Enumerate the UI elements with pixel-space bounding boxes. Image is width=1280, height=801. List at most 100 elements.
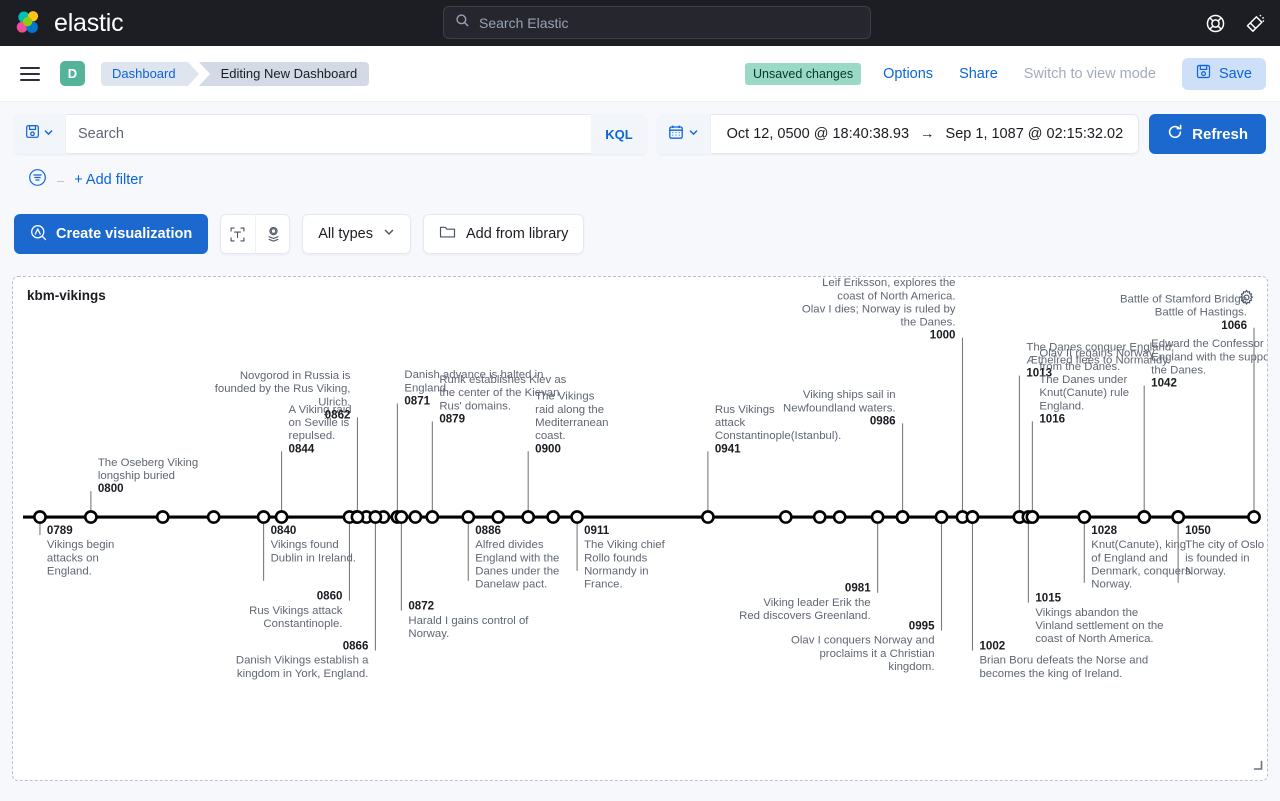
- timeline-event-date: 0866: [343, 641, 369, 653]
- create-visualization-button[interactable]: Create visualization: [14, 214, 209, 254]
- timeline-event-text: repulsed.: [289, 430, 336, 442]
- timeline-event-text: is founded in: [1185, 552, 1249, 564]
- timeline-event: 0872 Harald I gains control ofNorway.: [408, 601, 529, 640]
- timeline-event-text: Normandy in: [584, 565, 648, 577]
- timeline-event-text: The city of Oslo: [1185, 539, 1264, 551]
- timeline-event: 1066Battle of Hastings.Battle of Stamfor…: [1120, 294, 1247, 332]
- megaphone-icon[interactable]: [1244, 13, 1266, 34]
- timeline-event-text: coast of North America.: [1035, 633, 1153, 645]
- saved-query-button[interactable]: [14, 114, 66, 154]
- timeline-event: 1050 The city of Oslois founded inNorway.: [1185, 525, 1264, 577]
- timeline-event-text: attacks on: [47, 552, 99, 564]
- timeline-event-text: Ulrich.: [318, 396, 350, 408]
- timeline-event-text: Leif Eriksson, explores the: [822, 277, 955, 289]
- timeline-event-text: founded by the Rus Viking,: [215, 383, 351, 395]
- timeline-event: 0789 Vikings beginattacks onEngland.: [47, 525, 114, 577]
- timeline-event: 1016England.Knut(Canute) ruleThe Danes u…: [1039, 348, 1154, 426]
- global-search-input[interactable]: Search Elastic: [443, 6, 871, 39]
- timeline-event: 0900coast.Mediterraneanraid along theThe…: [535, 391, 608, 456]
- timeline-event: 1042 the Danes.England with the support o…: [1151, 338, 1267, 389]
- options-button[interactable]: Options: [883, 66, 933, 82]
- timeline-event-text: becomes the king of Ireland.: [979, 668, 1122, 680]
- timeline-event-text: Constantinople(Istanbul).: [715, 430, 841, 442]
- timeline-event-text: Brian Boru defeats the Norse and: [979, 655, 1148, 667]
- dashboard-panel: kbm-vikings 0789 Vikings begin attacks on E…: [12, 276, 1268, 781]
- timeline-event-date: 1042: [1151, 378, 1177, 390]
- search-bar: KQL: [14, 114, 647, 154]
- refresh-button[interactable]: Refresh: [1149, 114, 1266, 154]
- all-types-label: All types: [318, 226, 373, 242]
- resize-handle-icon[interactable]: [1250, 758, 1264, 777]
- timeline-event-text: Norway.: [408, 628, 449, 640]
- date-start[interactable]: Oct 12, 0500 @ 18:40:38.93: [727, 126, 909, 142]
- help-lifebuoy-icon[interactable]: [1205, 13, 1226, 34]
- timeline-event-text: the Danes.: [900, 317, 955, 329]
- timeline-event-text: Alfred divides: [475, 539, 544, 551]
- timeline-event-date: 1000: [930, 330, 956, 342]
- add-from-library-label: Add from library: [466, 226, 569, 242]
- share-button[interactable]: Share: [959, 66, 998, 82]
- timeline-event-text: France.: [584, 579, 623, 591]
- add-from-library-button[interactable]: Add from library: [423, 214, 585, 254]
- timeline-event-text: England with the support of: [1151, 351, 1267, 363]
- breadcrumb-item-dashboard[interactable]: Dashboard: [101, 61, 199, 86]
- timeline-event-date: 1028: [1091, 525, 1117, 537]
- timeline-event-text: Novgorod in Russia is: [240, 370, 351, 382]
- global-search-placeholder: Search Elastic: [479, 14, 569, 31]
- date-end[interactable]: Sep 1, 1087 @ 02:15:32.02: [946, 126, 1124, 142]
- timeline-event-text: England.: [1039, 400, 1084, 412]
- timeline-event-date: 0789: [47, 525, 73, 537]
- timeline-event: 1028 Knut(Canute), kingof England andDenm…: [1091, 525, 1191, 591]
- chevron-down-icon: [43, 125, 54, 143]
- maps-icon[interactable]: [255, 214, 290, 254]
- timeline-event-text: from the Danes.: [1039, 361, 1120, 373]
- add-filter-button[interactable]: + Add filter: [74, 172, 143, 188]
- timeline-event-date: 0860: [317, 591, 343, 603]
- timeline-event: 0886 Alfred dividesEngland with theDanes …: [475, 525, 559, 591]
- text-box-icon[interactable]: [220, 214, 255, 254]
- switch-to-view-mode-button[interactable]: Switch to view mode: [1024, 66, 1156, 82]
- timeline-event-text: Danish Vikings establish a: [236, 655, 369, 667]
- save-button[interactable]: Save: [1181, 57, 1266, 90]
- query-language-button[interactable]: KQL: [591, 114, 647, 154]
- filter-icon[interactable]: [28, 168, 47, 192]
- filter-separator: –: [57, 172, 65, 188]
- timeline-event-date: 0981: [845, 583, 871, 595]
- timeline-event-text: Rurik establishes Kiev as: [439, 374, 566, 386]
- timeline-event-text: The Danes under: [1039, 374, 1127, 386]
- hamburger-menu-icon[interactable]: [14, 58, 46, 90]
- timeline-event-date: 0986: [870, 415, 896, 427]
- timeline-event: 0800longship buriedThe Oseberg Viking: [98, 457, 198, 495]
- timeline-event-text: kingdom in York, England.: [237, 668, 369, 680]
- saved-query-disk-icon: [25, 124, 40, 144]
- status-badge-unsaved[interactable]: Unsaved changes: [745, 62, 862, 85]
- timeline-event-text: Rus Vikings: [715, 404, 775, 416]
- create-visualization-label: Create visualization: [56, 226, 193, 242]
- timeline-event: 0986Newfoundland waters.Viking ships sai…: [783, 389, 896, 427]
- chevron-down-icon: [688, 125, 699, 143]
- date-range-display: Oct 12, 0500 @ 18:40:38.93 → Sep 1, 1087…: [711, 126, 1140, 142]
- date-quick-select-button[interactable]: [656, 114, 711, 154]
- timeline-event: 0911 The Viking chiefRollo foundsNormandy…: [584, 525, 666, 591]
- date-arrow-icon: →: [920, 126, 935, 142]
- timeline-event-text: attack: [715, 417, 746, 429]
- timeline-event-text: longship buried: [98, 470, 175, 482]
- all-types-filter-button[interactable]: All types: [302, 214, 411, 254]
- timeline-event-text: Viking leader Erik the: [763, 597, 870, 609]
- timeline-event-date: 1066: [1221, 320, 1247, 332]
- timeline-event-date: 0872: [408, 601, 434, 613]
- timeline-event: 1000the Danes. Olav I dies; Norway is rul…: [802, 277, 956, 342]
- space-avatar[interactable]: D: [60, 61, 85, 86]
- timeline-event-text: Olav I conquers Norway and: [791, 635, 934, 647]
- timeline-event-text: The Viking chief: [584, 539, 666, 551]
- elastic-brand[interactable]: elastic: [0, 0, 124, 46]
- timeline-event-text: Norway.: [1091, 579, 1132, 591]
- timeline-event-text: kingdom.: [888, 661, 934, 673]
- save-disk-icon: [1196, 64, 1211, 83]
- search-input[interactable]: [66, 126, 592, 142]
- editor-toolbar: Create visualization All types Add from …: [0, 192, 1280, 254]
- timeline-svg: 0789Vikings beginattacks onEngland. 0800l…: [22, 277, 1267, 680]
- breadcrumb-item-current[interactable]: Editing New Dashboard: [198, 61, 370, 86]
- timeline-event-text: Dublin in Ireland.: [271, 552, 356, 564]
- timeline-event-text: England with the: [475, 552, 559, 564]
